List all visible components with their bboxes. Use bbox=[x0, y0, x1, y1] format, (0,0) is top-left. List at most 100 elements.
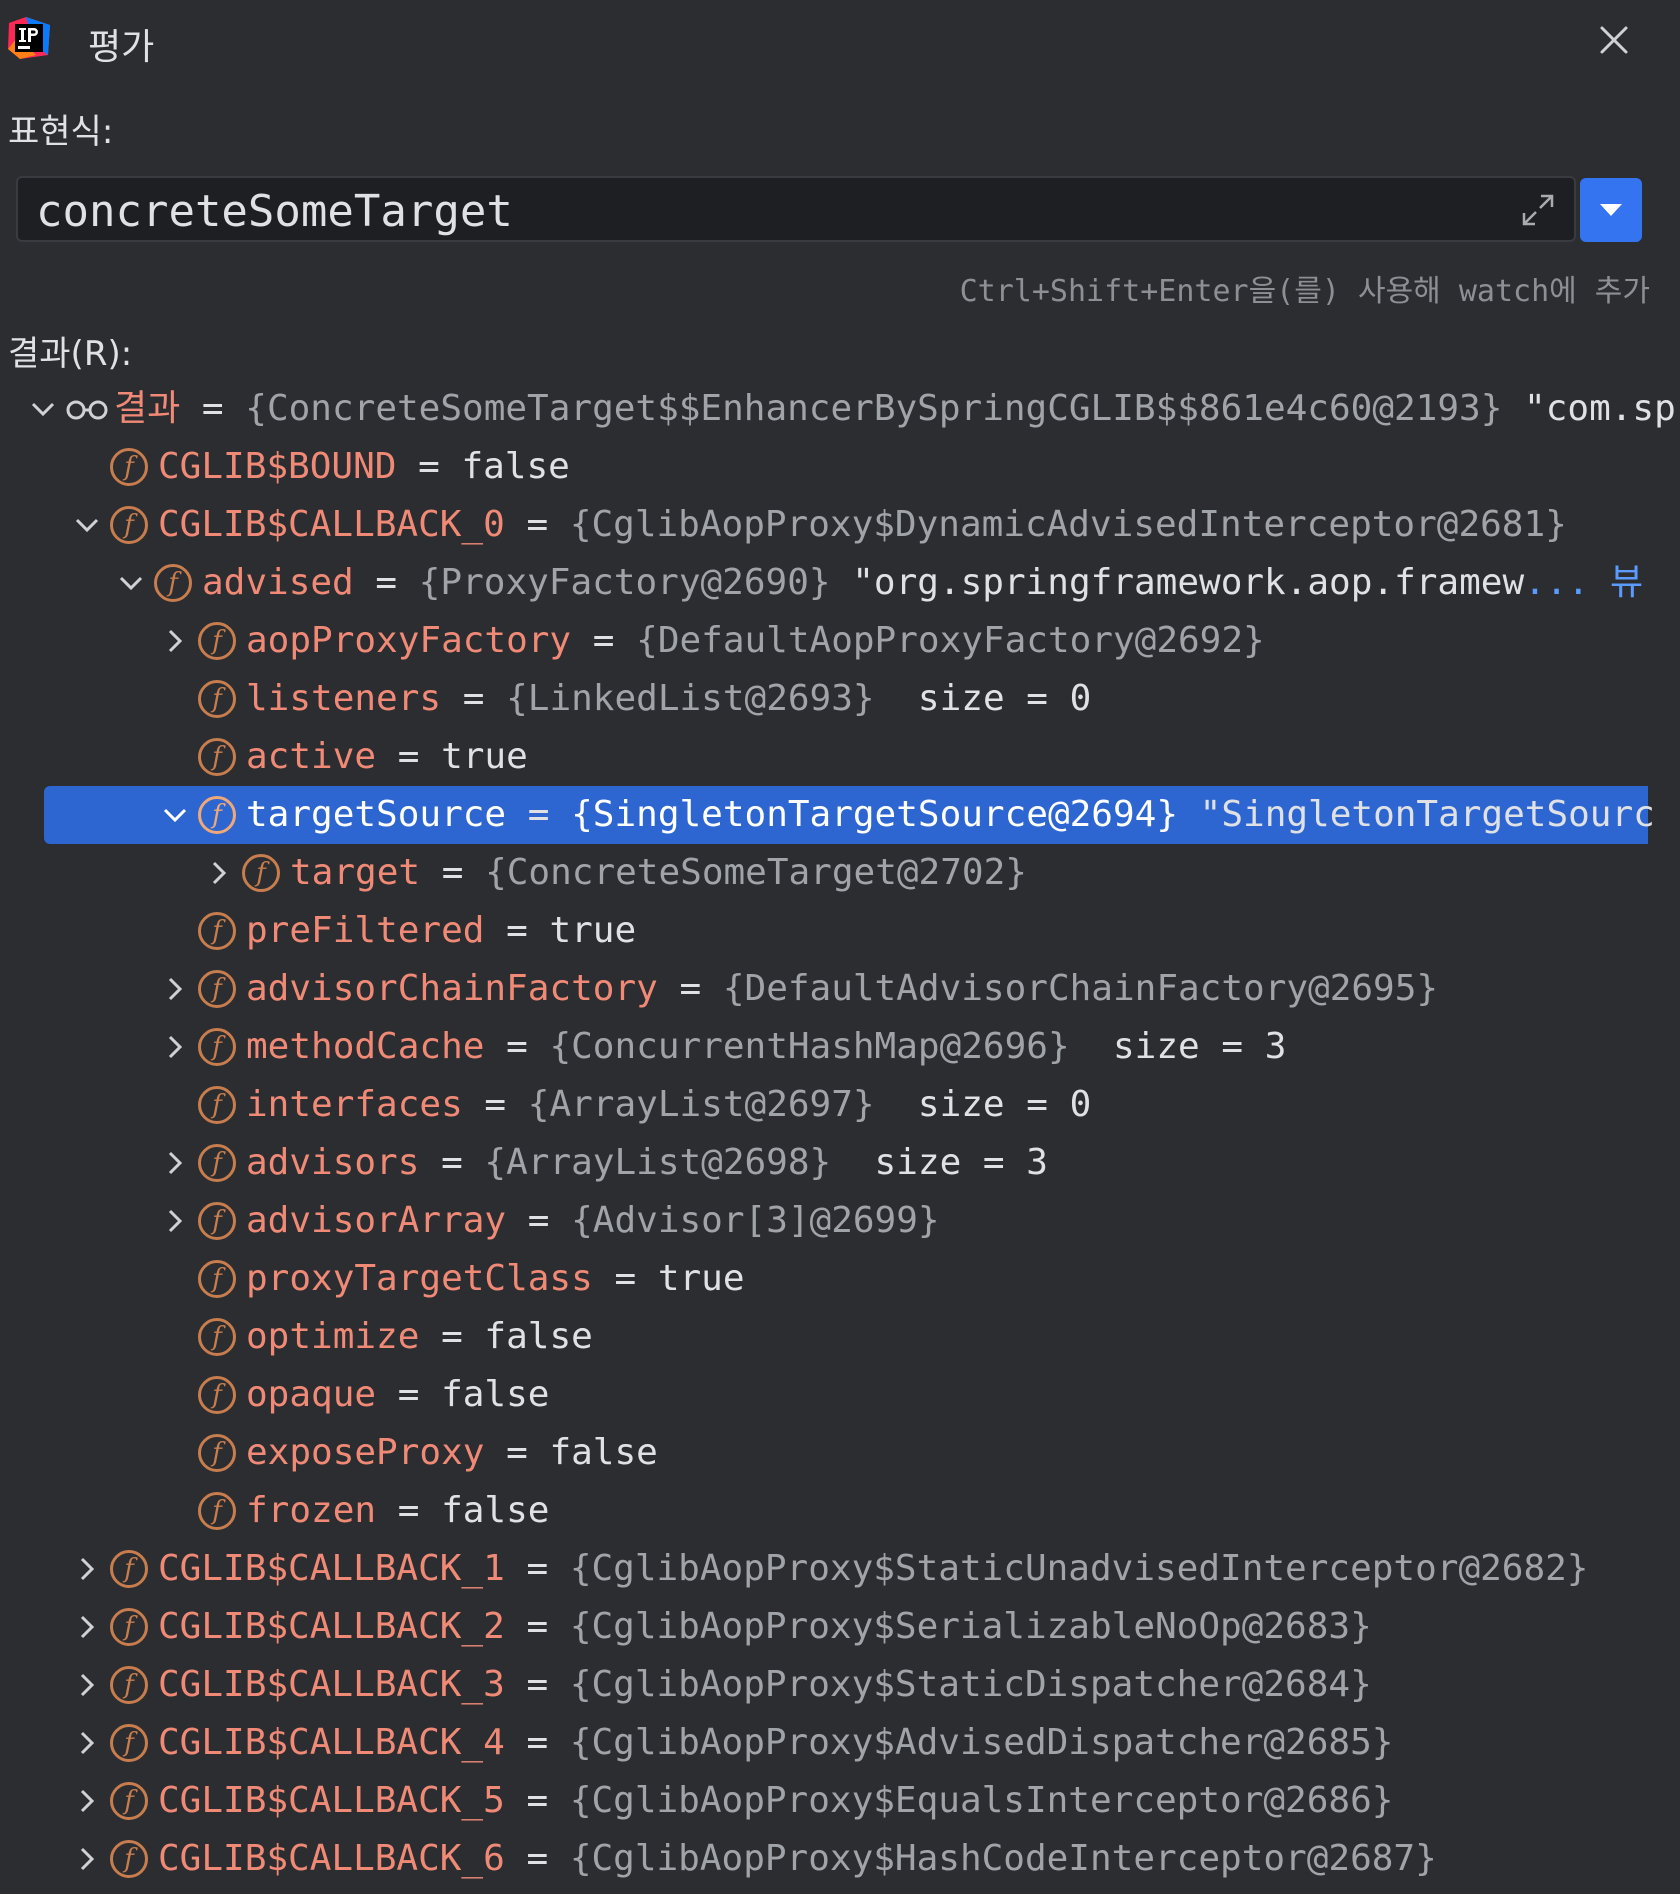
chevron-down-icon[interactable] bbox=[26, 380, 60, 438]
chevron-right-icon[interactable] bbox=[158, 1192, 192, 1250]
field-value: false bbox=[441, 1490, 550, 1531]
tree-row[interactable]: f CGLIB$CALLBACK_0 = {CglibAopProxy$Dynam… bbox=[0, 496, 1680, 554]
expand-icon[interactable] bbox=[1518, 190, 1558, 230]
expression-field[interactable] bbox=[16, 176, 1576, 242]
close-icon[interactable] bbox=[1592, 18, 1636, 62]
field-value: size = 0 bbox=[874, 678, 1092, 719]
tree-row-text: CGLIB$CALLBACK_3 = {CglibAopProxy$Static… bbox=[158, 1656, 1372, 1714]
chevron-right-icon[interactable] bbox=[158, 960, 192, 1018]
chevron-right-icon[interactable] bbox=[70, 1714, 104, 1772]
tree-row[interactable]: f preFiltered = true bbox=[0, 902, 1680, 960]
tree-row-text: CGLIB$CALLBACK_4 = {CglibAopProxy$Advise… bbox=[158, 1714, 1393, 1772]
field-value: size = 3 bbox=[1069, 1026, 1287, 1067]
object-id: {ConcreteSomeTarget@2702} bbox=[485, 852, 1027, 893]
tree-row[interactable]: f CGLIB$CALLBACK_2 = {CglibAopProxy$Seria… bbox=[0, 1598, 1680, 1656]
tree-row[interactable]: f listeners = {LinkedList@2693} size = 0 bbox=[0, 670, 1680, 728]
chevron-right-icon[interactable] bbox=[70, 1772, 104, 1830]
tree-row[interactable]: f target = {ConcreteSomeTarget@2702} bbox=[0, 844, 1680, 902]
field-icon: f bbox=[198, 912, 236, 950]
tree-row[interactable]: f CGLIB$BOUND = false bbox=[0, 438, 1680, 496]
chevron-right-icon[interactable] bbox=[158, 1018, 192, 1076]
field-name: CGLIB$CALLBACK_5 bbox=[158, 1780, 505, 1821]
tree-row-text: 결과 = {ConcreteSomeTarget$$EnhancerBySpri… bbox=[114, 380, 1680, 438]
tree-row[interactable]: f CGLIB$CALLBACK_5 = {CglibAopProxy$Equal… bbox=[0, 1772, 1680, 1830]
tree-row-text: CGLIB$CALLBACK_2 = {CglibAopProxy$Serial… bbox=[158, 1598, 1372, 1656]
field-name: CGLIB$CALLBACK_3 bbox=[158, 1664, 505, 1705]
tree-row[interactable]: f CGLIB$CALLBACK_1 = {CglibAopProxy$Stati… bbox=[0, 1540, 1680, 1598]
tree-row[interactable]: f advised = {ProxyFactory@2690} "org.spri… bbox=[0, 554, 1680, 612]
tree-row[interactable]: f interfaces = {ArrayList@2697} size = 0 bbox=[0, 1076, 1680, 1134]
field-name: methodCache bbox=[246, 1026, 485, 1067]
chevron-right-icon[interactable] bbox=[158, 612, 192, 670]
object-id: {ConcurrentHashMap@2696} bbox=[549, 1026, 1070, 1067]
window-title: 평가 bbox=[88, 27, 155, 68]
field-name: opaque bbox=[246, 1374, 377, 1415]
tree-row[interactable]: f CGLIB$CALLBACK_6 = {CglibAopProxy$HashC… bbox=[0, 1830, 1680, 1888]
tree-row[interactable]: f aopProxyFactory = {DefaultAopProxyFacto… bbox=[0, 612, 1680, 670]
field-name: CGLIB$CALLBACK_1 bbox=[158, 1548, 505, 1589]
field-value: "com.spri bbox=[1524, 388, 1680, 429]
tree-row[interactable]: f opaque = false bbox=[0, 1366, 1680, 1424]
field-name: advisors bbox=[246, 1142, 420, 1183]
tree-row[interactable]: f active = true bbox=[0, 728, 1680, 786]
object-id: {CglibAopProxy$HashCodeInterceptor@2687} bbox=[569, 1838, 1437, 1879]
tree-row[interactable]: f advisors = {ArrayList@2698} size = 3 bbox=[0, 1134, 1680, 1192]
chevron-right-icon[interactable] bbox=[70, 1656, 104, 1714]
result-tree[interactable]: 결과 = {ConcreteSomeTarget$$EnhancerBySpri… bbox=[0, 380, 1680, 1894]
object-id: {ArrayList@2698} bbox=[484, 1142, 832, 1183]
tree-row[interactable]: f proxyTargetClass = true bbox=[0, 1250, 1680, 1308]
chevron-down-icon[interactable] bbox=[158, 786, 192, 844]
field-name: targetSource bbox=[246, 794, 507, 835]
tree-row-text: advisorChainFactory = {DefaultAdvisorCha… bbox=[246, 960, 1438, 1018]
chevron-right-icon[interactable] bbox=[70, 1830, 104, 1888]
equals-sign: = bbox=[506, 794, 572, 835]
object-id: {CglibAopProxy$EqualsInterceptor@2686} bbox=[569, 1780, 1394, 1821]
field-name: aopProxyFactory bbox=[246, 620, 572, 661]
object-id: {LinkedList@2693} bbox=[506, 678, 875, 719]
tree-row-text: opaque = false bbox=[246, 1366, 549, 1424]
expression-label: 표현식: bbox=[8, 112, 114, 152]
field-name: listeners bbox=[246, 678, 442, 719]
chevron-right-icon[interactable] bbox=[70, 1598, 104, 1656]
tree-row[interactable]: f optimize = false bbox=[0, 1308, 1680, 1366]
object-id: {ConcreteSomeTarget$$EnhancerBySpringCGL… bbox=[245, 388, 1503, 429]
field-icon: f bbox=[198, 1144, 236, 1182]
intellij-logo-icon bbox=[8, 17, 50, 59]
chevron-down-icon[interactable] bbox=[70, 496, 104, 554]
field-icon: f bbox=[110, 1550, 148, 1588]
field-icon: f bbox=[198, 970, 236, 1008]
history-dropdown-button[interactable] bbox=[1580, 178, 1642, 242]
field-icon: f bbox=[198, 1318, 236, 1356]
chevron-right-icon[interactable] bbox=[202, 844, 236, 902]
tree-row[interactable]: f frozen = false bbox=[0, 1482, 1680, 1540]
chevron-right-icon[interactable] bbox=[158, 1134, 192, 1192]
field-value: false bbox=[461, 446, 570, 487]
field-value: "SingletonTargetSourc bbox=[1178, 794, 1655, 835]
tree-row-text: interfaces = {ArrayList@2697} size = 0 bbox=[246, 1076, 1091, 1134]
tree-row[interactable]: f exposeProxy = false bbox=[0, 1424, 1680, 1482]
field-name: CGLIB$CALLBACK_0 bbox=[158, 504, 505, 545]
object-id: {DefaultAopProxyFactory@2692} bbox=[636, 620, 1265, 661]
object-id: {CglibAopProxy$StaticUnadvisedIntercepto… bbox=[569, 1548, 1589, 1589]
result-label: 결과(R): bbox=[8, 334, 133, 374]
tree-row[interactable]: f CGLIB$CALLBACK_3 = {CglibAopProxy$Stati… bbox=[0, 1656, 1680, 1714]
view-link[interactable]: 뷰 bbox=[1610, 554, 1643, 612]
field-value: "org.springframework.aop.framew bbox=[830, 562, 1525, 603]
equals-sign: = bbox=[441, 678, 507, 719]
tree-row[interactable]: f methodCache = {ConcurrentHashMap@2696} … bbox=[0, 1018, 1680, 1076]
field-name: CGLIB$CALLBACK_2 bbox=[158, 1606, 505, 1647]
tree-row-text: methodCache = {ConcurrentHashMap@2696} s… bbox=[246, 1018, 1286, 1076]
tree-row-text: CGLIB$CALLBACK_6 = {CglibAopProxy$HashCo… bbox=[158, 1830, 1437, 1888]
tree-row[interactable]: f advisorChainFactory = {DefaultAdvisorCh… bbox=[0, 960, 1680, 1018]
chevron-right-icon[interactable] bbox=[70, 1540, 104, 1598]
chevron-down-icon[interactable] bbox=[114, 554, 148, 612]
equals-sign: = bbox=[353, 562, 419, 603]
expression-input[interactable] bbox=[34, 184, 1478, 238]
tree-row-text: listeners = {LinkedList@2693} size = 0 bbox=[246, 670, 1091, 728]
field-icon: f bbox=[198, 1434, 236, 1472]
tree-row[interactable]: f CGLIB$CALLBACK_4 = {CglibAopProxy$Advis… bbox=[0, 1714, 1680, 1772]
tree-row[interactable]: f targetSource = {SingletonTargetSource@2… bbox=[44, 786, 1655, 844]
tree-row[interactable]: 결과 = {ConcreteSomeTarget$$EnhancerBySpri… bbox=[0, 380, 1680, 438]
tree-row[interactable]: f advisorArray = {Advisor[3]@2699} bbox=[0, 1192, 1680, 1250]
field-value: size = 3 bbox=[831, 1142, 1048, 1183]
